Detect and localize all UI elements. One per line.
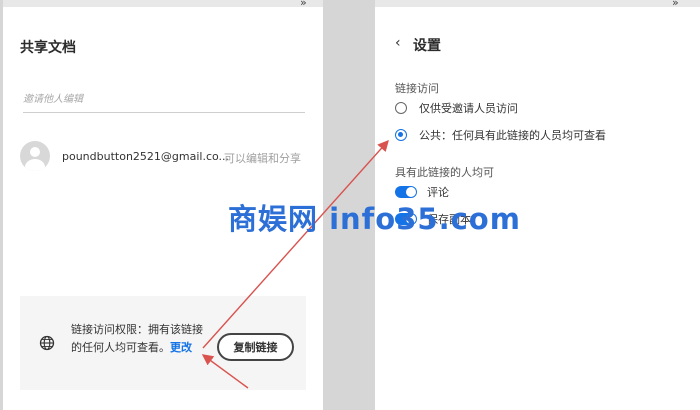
radio-unchecked-icon[interactable] [395,102,407,114]
link-access-box: 链接访问权限：拥有该链接的任何人均可查看。更改 复制链接 [20,296,306,390]
settings-title: 设置 [413,38,441,54]
link-access-text: 链接访问权限：拥有该链接的任何人均可查看。更改 [71,321,207,357]
option-label: 公共：任何具有此链接的人员均可查看 [419,129,606,142]
top-strip-left: » [3,0,323,9]
copy-link-button[interactable]: 复制链接 [217,333,294,361]
top-strip-right: » [375,0,700,9]
option-public[interactable]: 公共：任何具有此链接的人员均可查看 [395,126,606,144]
option-invited-only[interactable]: 仅供受邀请人员访问 [395,99,518,117]
radio-checked-icon[interactable] [395,129,407,141]
avatar [20,141,50,171]
back-icon[interactable]: ‹ [395,35,401,51]
option-label: 仅供受邀请人员访问 [419,102,518,115]
globe-icon [39,335,55,351]
permissions-label: 具有此链接的人均可 [395,166,494,179]
user-email: poundbutton2521@gmail.co... [62,150,230,163]
watermark: 商娱网 info35.com [228,202,521,236]
panel-title: 共享文档 [20,40,76,56]
link-access-label: 链接访问 [395,82,439,95]
user-permission[interactable]: 可以编辑和分享 [224,150,301,166]
invite-input[interactable] [23,87,305,113]
change-link[interactable]: 更改 [170,341,192,354]
